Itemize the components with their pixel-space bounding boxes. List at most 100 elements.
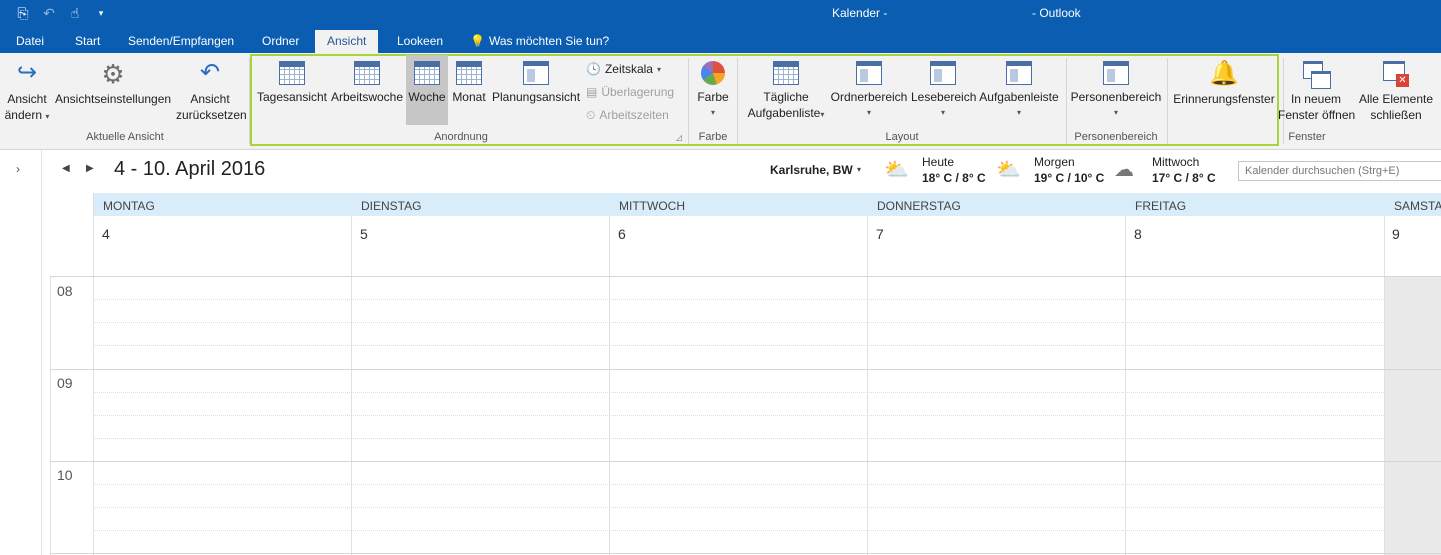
title-bar: ⎘ ↶ ☝ ▾ Kalender - - Outlook [0, 0, 1441, 30]
chevron-down-icon: ▾ [710, 108, 715, 117]
customize-qat-icon[interactable]: ▾ [92, 2, 110, 24]
view-settings-label: Ansichtseinstellungen [55, 92, 172, 106]
chevron-down-icon: ▾ [45, 112, 50, 121]
reset-view-label-2: zurücksetzen [176, 108, 247, 122]
week-calendar-grid: MONTAG DIENSTAG MITTWOCH DONNERSTAG FREI… [50, 193, 1441, 555]
quarter-hour-line [93, 530, 1384, 531]
schedule-view-button[interactable]: Planungsansicht [491, 61, 581, 105]
weather-day-label: Mittwoch [1152, 155, 1200, 169]
open-new-window-button[interactable]: In neuem Fenster öffnen [1278, 61, 1355, 123]
reset-view-icon: ↶ [199, 59, 221, 86]
worktime-button[interactable]: ⏲ Arbeitszeiten [586, 106, 669, 124]
tab-datei[interactable]: Datei [10, 30, 50, 53]
day-header-saturday[interactable]: SAMSTAG [1384, 193, 1441, 216]
tab-ordner[interactable]: Ordner [256, 30, 305, 53]
chevron-down-icon[interactable]: ▾ [857, 165, 861, 174]
grid-line [1125, 216, 1126, 555]
month-view-label: Monat [452, 90, 486, 104]
day-number[interactable]: 6 [618, 226, 626, 242]
day-number[interactable]: 5 [360, 226, 368, 242]
hour-line [50, 276, 1441, 277]
grid-line [93, 193, 94, 555]
day-number[interactable]: 9 [1392, 226, 1400, 242]
worktime-icon: ⏲ [586, 107, 596, 122]
previous-week-icon[interactable]: ◀ [62, 163, 70, 174]
bell-icon: 🔔 [1209, 60, 1239, 87]
month-view-button[interactable]: Monat [451, 61, 487, 105]
close-all-items-label-2: schließen [1370, 108, 1422, 122]
reminders-window-button[interactable]: 🔔 Erinnerungsfenster [1172, 61, 1276, 107]
daily-task-list-button[interactable]: Tägliche Aufgabenliste▾ [743, 61, 829, 123]
day-view-label: Tagesansicht [256, 90, 328, 104]
close-all-items-button[interactable]: ✕ Alle Elemente schließen [1358, 61, 1434, 123]
color-button[interactable]: Farbe ▾ [694, 61, 732, 121]
tab-lookeen[interactable]: Lookeen [391, 30, 449, 53]
group-separator [688, 58, 689, 144]
group-label-farbe: Farbe [698, 131, 728, 143]
undo-icon[interactable]: ↶ [40, 2, 58, 24]
sun-cloud-icon: ⛅ [996, 159, 1021, 181]
day-number[interactable]: 7 [876, 226, 884, 242]
calendar-search-input[interactable]: Kalender durchsuchen (Strg+E) [1238, 161, 1441, 181]
week-view-button[interactable]: Woche [406, 55, 448, 125]
quarter-hour-line [93, 345, 1384, 346]
day-number[interactable]: 4 [102, 226, 110, 242]
window-title: Kalender - [832, 6, 888, 20]
quarter-hour-line [93, 438, 1384, 439]
weather-temp: 17° C / 8° C [1152, 171, 1216, 185]
touch-mode-icon[interactable]: ☝ [66, 2, 84, 24]
day-view-button[interactable]: Tagesansicht [256, 61, 328, 105]
weather-temp: 18° C / 8° C [922, 171, 986, 185]
grid-line [50, 276, 51, 555]
timescale-button[interactable]: 🕓 Zeitskala ▾ [586, 60, 661, 78]
daily-task-list-icon [773, 61, 799, 85]
change-view-button[interactable]: ↪ Ansicht ändern ▾ [4, 61, 50, 125]
grid-line [609, 216, 610, 555]
weather-location[interactable]: Karlsruhe, BW [770, 163, 853, 177]
group-label-layout: Layout [885, 131, 919, 143]
todo-bar-button[interactable]: Aufgabenleiste ▾ [978, 61, 1060, 121]
change-view-label-1: Ansicht [7, 92, 47, 106]
tell-me-label: Was möchten Sie tun? [488, 34, 610, 48]
grid-line [351, 216, 352, 555]
next-week-icon[interactable]: ▶ [86, 163, 94, 174]
reading-pane-button[interactable]: Lesebereich ▾ [911, 61, 977, 121]
close-all-items-label-1: Alle Elemente [1358, 92, 1434, 106]
workweek-view-button[interactable]: Arbeitswoche [330, 61, 404, 105]
daily-task-list-label-1: Tägliche [763, 90, 809, 104]
send-receive-icon[interactable]: ⎘ [14, 2, 32, 24]
reset-view-button[interactable]: ↶ Ansicht zurücksetzen [176, 59, 247, 123]
tab-start[interactable]: Start [69, 30, 106, 53]
day-header-friday[interactable]: FREITAG [1125, 193, 1384, 216]
reading-pane-icon [930, 61, 956, 85]
day-header-monday[interactable]: MONTAG [93, 193, 351, 216]
tell-me-search[interactable]: 💡 Was möchten Sie tun? [464, 30, 615, 53]
folder-pane-button[interactable]: Ordnerbereich ▾ [830, 61, 908, 121]
dialog-launcher-icon[interactable]: ◿ [676, 133, 682, 142]
folder-pane-icon [856, 61, 882, 85]
group-separator [1066, 58, 1067, 144]
chevron-down-icon: ▾ [866, 108, 871, 117]
tab-ansicht[interactable]: Ansicht [315, 30, 379, 53]
view-settings-button[interactable]: ⚙ Ansichtseinstellungen [55, 61, 171, 107]
day-header-tuesday[interactable]: DIENSTAG [351, 193, 609, 216]
tab-senden-empfangen[interactable]: Senden/Empfangen [122, 30, 240, 53]
week-view-label: Woche [408, 90, 446, 104]
day-header-wednesday[interactable]: MITTWOCH [609, 193, 867, 216]
reading-pane-label: Lesebereich [911, 90, 977, 104]
day-header-thursday[interactable]: DONNERSTAG [867, 193, 1125, 216]
overlay-button[interactable]: ▤ Überlagerung [586, 83, 674, 101]
chevron-down-icon: ▾ [656, 64, 661, 74]
chevron-down-icon: ▾ [820, 110, 825, 119]
expand-pane-icon[interactable]: › [16, 162, 20, 176]
todo-bar-icon [1006, 61, 1032, 85]
half-hour-line [93, 322, 1384, 323]
chevron-down-icon: ▾ [1113, 108, 1118, 117]
half-hour-line [93, 415, 1384, 416]
reset-view-label-1: Ansicht [190, 92, 230, 106]
hour-label: 09 [57, 375, 73, 391]
people-pane-button[interactable]: Personenbereich ▾ [1070, 61, 1162, 121]
day-number[interactable]: 8 [1134, 226, 1142, 242]
gear-icon: ⚙ [101, 59, 125, 89]
color-palette-icon [701, 61, 725, 85]
